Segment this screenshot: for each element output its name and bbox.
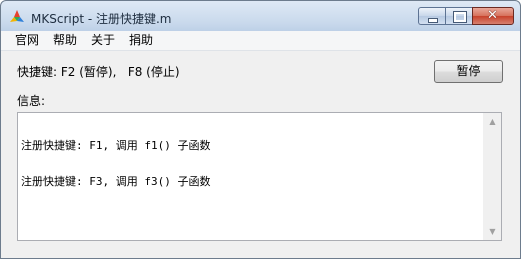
log-lines: 注册快捷键: F1, 调用 f1() 子函数 注册快捷键: F3, 调用 f3(… (21, 116, 210, 212)
close-icon: ✕ (487, 8, 498, 23)
maximize-button[interactable] (445, 7, 472, 25)
menu-item-help[interactable]: 帮助 (53, 33, 77, 48)
vertical-scrollbar[interactable]: ▲ ▼ (483, 113, 501, 240)
log-line: 注册快捷键: F3, 调用 f3() 子函数 (21, 175, 211, 188)
maximize-icon (453, 11, 467, 23)
menu-item-official-site[interactable]: 官网 (15, 33, 39, 48)
menu-item-about[interactable]: 关于 (91, 33, 115, 48)
caption-buttons: ✕ (418, 7, 514, 26)
log-textarea[interactable]: 注册快捷键: F1, 调用 f1() 子函数 注册快捷键: F3, 调用 f3(… (17, 112, 502, 241)
info-label: 信息: (17, 94, 46, 108)
client-area: 快捷键: F2 (暂停), F8 (停止) 暂停 信息: 注册快捷键: F1, … (1, 51, 520, 258)
close-button[interactable]: ✕ (472, 7, 514, 25)
hotkey-info-label: 快捷键: F2 (暂停), F8 (停止) (17, 65, 180, 79)
window-title: MKScript - 注册快捷键.m (31, 12, 172, 26)
title-bar[interactable]: MKScript - 注册快捷键.m ✕ (1, 1, 520, 31)
menu-bar: 官网 帮助 关于 捐助 (1, 31, 520, 51)
menu-item-donate[interactable]: 捐助 (129, 33, 153, 48)
log-line: 注册快捷键: F1, 调用 f1() 子函数 (21, 139, 211, 152)
app-window: MKScript - 注册快捷键.m ✕ 官网 帮助 关于 捐助 快捷键: F2… (0, 0, 521, 259)
app-logo-icon (10, 10, 24, 22)
pause-button[interactable]: 暂停 (434, 60, 503, 83)
minimize-button[interactable] (418, 7, 445, 25)
scroll-down-arrow-icon[interactable]: ▼ (484, 223, 501, 240)
minimize-icon (428, 18, 438, 23)
scroll-up-arrow-icon[interactable]: ▲ (484, 113, 501, 130)
